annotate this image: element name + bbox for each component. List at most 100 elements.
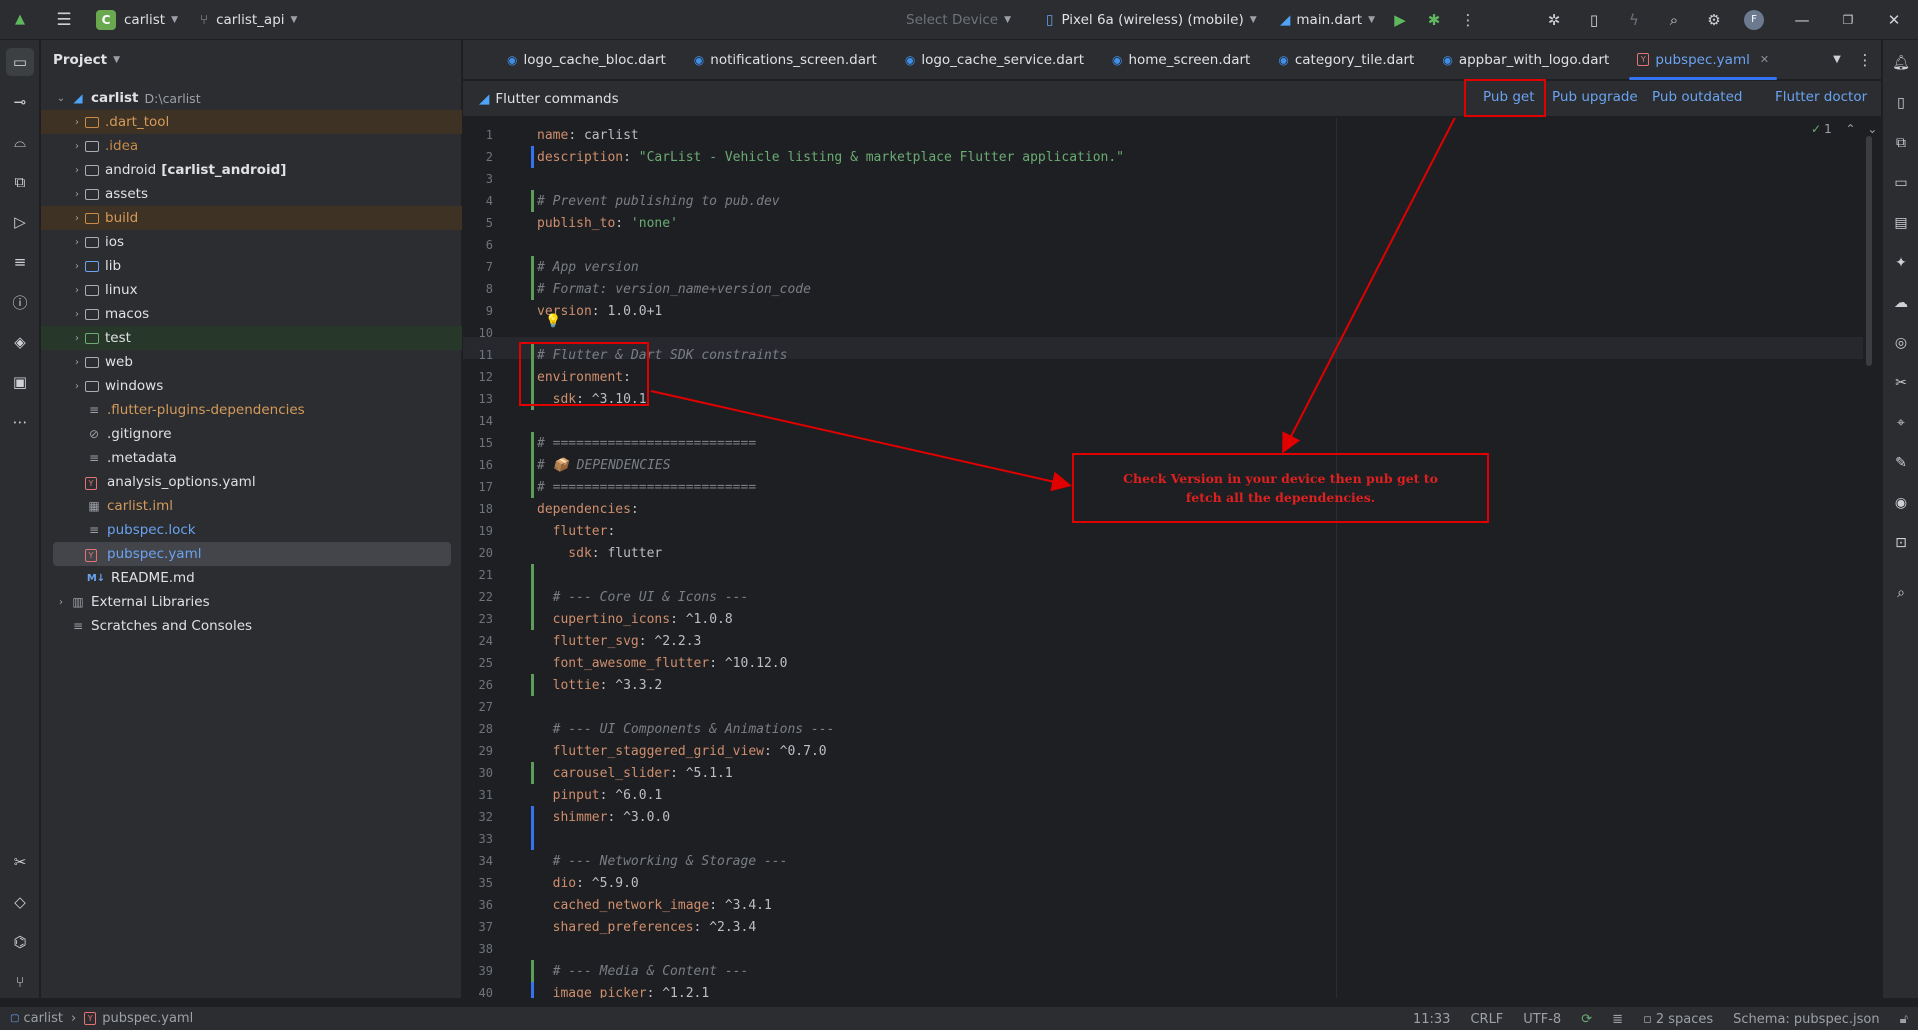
- commit-icon[interactable]: ⊸: [6, 88, 34, 116]
- lightbulb-icon[interactable]: 💡: [545, 314, 561, 329]
- device-dropdown[interactable]: ▯ Pixel 6a (wireless) (mobile) ▼: [1038, 6, 1265, 34]
- tab-more-icon[interactable]: ⋮: [1849, 46, 1881, 74]
- vcs-change-marker[interactable]: [531, 454, 534, 476]
- screenshot-icon[interactable]: ⊡: [1888, 530, 1914, 556]
- tree-item-metadata[interactable]: ≡ .metadata: [41, 446, 462, 470]
- branch-switcher[interactable]: ⑂ carlist_api ▼: [192, 6, 305, 34]
- sync-status-icon[interactable]: ⟳: [1571, 1012, 1602, 1027]
- inspection-status[interactable]: ✓ 1 ⌃ ⌄: [1811, 122, 1877, 136]
- code-editor[interactable]: 1 name: carlist 2 description: "CarList - V…: [463, 118, 1881, 998]
- tree-item-readme[interactable]: M↓ README.md: [41, 566, 462, 590]
- tab-logo-cache-bloc[interactable]: ◉ logo_cache_bloc.dart: [493, 40, 680, 80]
- account[interactable]: F: [1738, 6, 1770, 34]
- tree-item-analysis-options[interactable]: Y analysis_options.yaml: [41, 470, 462, 494]
- device-explorer-icon[interactable]: ⧉: [1888, 130, 1914, 156]
- close-tab-icon[interactable]: ✕: [1760, 53, 1769, 66]
- more-tools-icon[interactable]: ⋯: [6, 408, 34, 436]
- more-actions-icon[interactable]: ⋮: [1452, 6, 1484, 34]
- search-everywhere-icon[interactable]: ⌕: [1888, 580, 1914, 606]
- vcs-change-marker[interactable]: [531, 960, 534, 982]
- attach-debugger-icon[interactable]: ✲: [1538, 6, 1570, 34]
- gemini-icon[interactable]: ✦: [1888, 250, 1914, 276]
- vcs-change-marker[interactable]: [531, 674, 534, 696]
- running-devices-icon[interactable]: ▭: [1888, 170, 1914, 196]
- tree-item-lib[interactable]: › lib: [41, 254, 462, 278]
- version-control-icon[interactable]: ⑂: [6, 968, 34, 996]
- debug-icon[interactable]: ✱: [1418, 6, 1450, 34]
- vcs-change-marker[interactable]: [531, 278, 534, 300]
- vcs-change-marker[interactable]: [531, 256, 534, 278]
- tree-item-scratches[interactable]: ≡ Scratches and Consoles: [41, 614, 462, 638]
- tree-item-idea[interactable]: › .idea: [41, 134, 462, 158]
- tree-item-pubspec-yaml[interactable]: Y pubspec.yaml: [53, 542, 451, 566]
- vcs-change-marker[interactable]: [531, 762, 534, 784]
- tree-item-test[interactable]: › test: [41, 326, 462, 350]
- pull-requests-icon[interactable]: ⌓: [6, 128, 34, 156]
- tab-pubspec-yaml[interactable]: Ypubspec.yaml ✕: [1623, 40, 1783, 80]
- dart-devtools-icon[interactable]: ⌬: [6, 928, 34, 956]
- tree-item-gitignore[interactable]: ⊘ .gitignore: [41, 422, 462, 446]
- indent-settings[interactable]: ▫ 2 spaces: [1633, 1012, 1723, 1027]
- file-encoding[interactable]: UTF-8: [1513, 1012, 1571, 1027]
- project-switcher[interactable]: C carlist ▼: [88, 6, 186, 34]
- terminal-icon[interactable]: ▣: [6, 368, 34, 396]
- tab-appbar-with-logo[interactable]: ◉ appbar_with_logo.dart: [1428, 40, 1623, 80]
- preview-icon[interactable]: ◉: [1888, 490, 1914, 516]
- tab-category-tile[interactable]: ◉ category_tile.dart: [1264, 40, 1428, 80]
- vcs-change-marker[interactable]: [531, 190, 534, 212]
- flutter-outline-icon[interactable]: ▤: [1888, 210, 1914, 236]
- select-device-dropdown[interactable]: Select Device ▼: [898, 6, 1019, 34]
- gem-icon[interactable]: ◇: [6, 888, 34, 916]
- run-config-dropdown[interactable]: ◢ main.dart ▼: [1272, 6, 1383, 34]
- project-panel-header[interactable]: Project ▼: [41, 40, 461, 80]
- pub-outdated-link[interactable]: Pub outdated: [1652, 89, 1742, 105]
- tree-item-dart-tool[interactable]: › .dart_tool: [41, 110, 462, 134]
- restore-icon[interactable]: ❐: [1832, 6, 1864, 34]
- tab-home-screen[interactable]: ◉ home_screen.dart: [1098, 40, 1264, 80]
- tree-item-android[interactable]: › android [carlist_android]: [41, 158, 462, 182]
- vcs-change-marker[interactable]: [531, 828, 534, 850]
- tree-item-build[interactable]: › build: [41, 206, 462, 230]
- vcs-change-marker[interactable]: [531, 806, 534, 828]
- tree-root[interactable]: ⌄ ◢ carlist D:\carlist: [41, 86, 462, 110]
- structure-icon[interactable]: ⧉: [6, 168, 34, 196]
- run-tool-icon[interactable]: ▷: [6, 208, 34, 236]
- vcs-change-marker[interactable]: [531, 982, 534, 998]
- search-icon[interactable]: ⌕: [1658, 6, 1690, 34]
- tools-icon[interactable]: ✂: [1888, 370, 1914, 396]
- tree-item-windows[interactable]: › windows: [41, 374, 462, 398]
- editor-scrollbar[interactable]: [1866, 136, 1872, 366]
- caret-position[interactable]: 11:33: [1403, 1012, 1460, 1027]
- copilot-icon[interactable]: ◎: [1888, 330, 1914, 356]
- flutter-doctor-link[interactable]: Flutter doctor: [1775, 89, 1867, 105]
- device-manager-icon[interactable]: ▯: [1888, 90, 1914, 116]
- tree-item-pubspec-lock[interactable]: ≡ pubspec.lock: [41, 518, 462, 542]
- tree-item-linux[interactable]: › linux: [41, 278, 462, 302]
- build-tools-icon[interactable]: ✂: [6, 848, 34, 876]
- cloud-icon[interactable]: ☁: [1888, 290, 1914, 316]
- tree-item-macos[interactable]: › macos: [41, 302, 462, 326]
- notifications-bell-icon[interactable]: 🔔︎: [1888, 50, 1914, 76]
- close-window-icon[interactable]: ✕: [1878, 6, 1910, 34]
- problems-icon[interactable]: ⓘ: [6, 288, 34, 316]
- minimize-icon[interactable]: —: [1786, 6, 1818, 34]
- logcat-icon[interactable]: ≡: [6, 248, 34, 276]
- chevron-down-icon[interactable]: ⌄: [1867, 122, 1877, 136]
- main-menu-icon[interactable]: ☰: [48, 6, 80, 34]
- line-separator[interactable]: CRLF: [1460, 1012, 1513, 1027]
- layout-inspector-icon[interactable]: ⌖: [1888, 410, 1914, 436]
- chevron-up-icon[interactable]: ⌃: [1846, 122, 1856, 136]
- json-schema[interactable]: Schema: pubspec.json: [1723, 1012, 1889, 1027]
- hot-reload-icon[interactable]: ϟ: [1618, 6, 1650, 34]
- breadcrumb-project[interactable]: carlist: [23, 1011, 63, 1026]
- tree-item-external-libraries[interactable]: › ▥ External Libraries: [41, 590, 462, 614]
- vcs-change-marker[interactable]: [531, 608, 534, 630]
- tree-item-assets[interactable]: › assets: [41, 182, 462, 206]
- tree-item-ios[interactable]: › ios: [41, 230, 462, 254]
- edit-pencil-icon[interactable]: ✎: [1888, 450, 1914, 476]
- read-only-lock-icon[interactable]: 🔓︎: [1890, 1012, 1918, 1027]
- vcs-change-marker[interactable]: [531, 586, 534, 608]
- tree-item-flutter-plugins[interactable]: ≡ .flutter-plugins-dependencies: [41, 398, 462, 422]
- pub-upgrade-link[interactable]: Pub upgrade: [1552, 89, 1638, 105]
- tree-item-web[interactable]: › web: [41, 350, 462, 374]
